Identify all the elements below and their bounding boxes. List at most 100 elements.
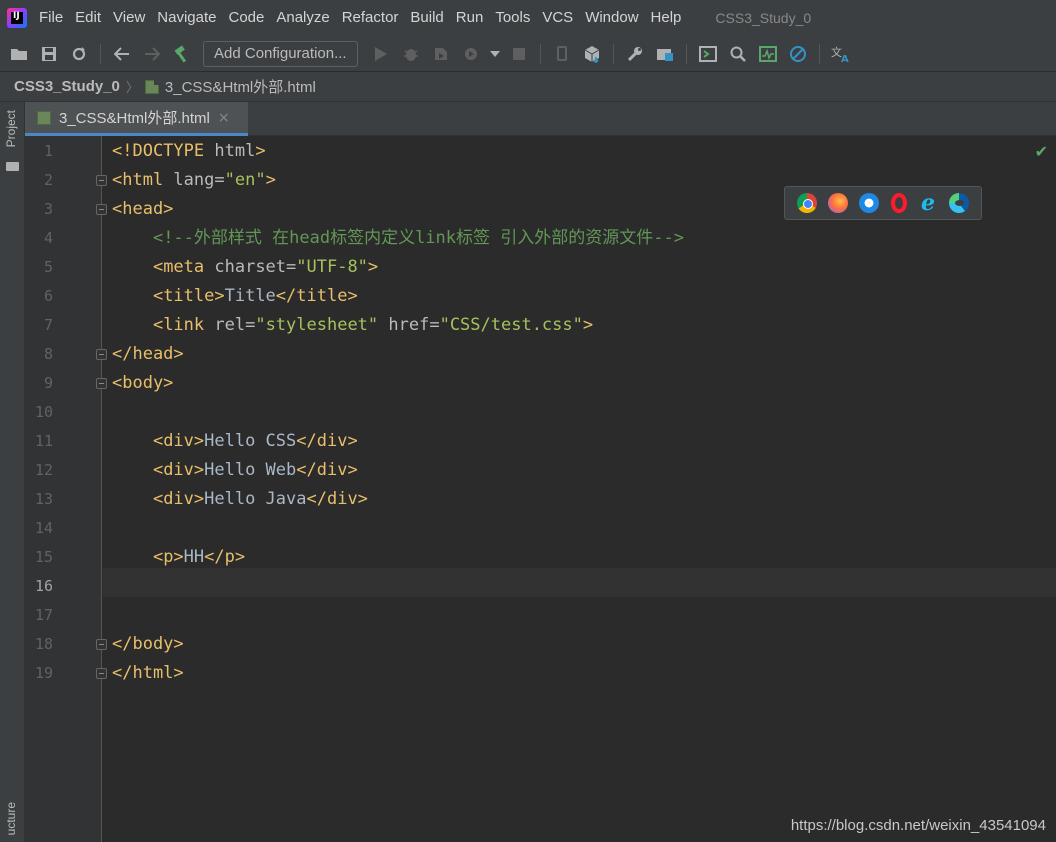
chevron-down-icon[interactable] [488,41,502,67]
svg-text:A: A [841,54,849,63]
menu-view[interactable]: View [107,0,151,36]
line-number: 16 [34,577,53,595]
line-number: 9 [43,374,53,392]
code-line[interactable]: <body> [112,369,173,398]
add-configuration-button[interactable]: Add Configuration... [203,40,358,67]
code-token: "UTF-8" [296,257,368,277]
menu-analyze[interactable]: Analyze [270,0,335,36]
code-line[interactable]: <div>Hello Web</div> [112,456,358,485]
fold-marker-icon[interactable] [96,204,107,215]
fold-marker-icon[interactable] [96,378,107,389]
activity-monitor-icon[interactable] [755,41,781,67]
code-token: <!DOCTYPE [112,141,215,161]
fold-marker-icon[interactable] [96,639,107,650]
code-line[interactable]: <meta charset="UTF-8"> [112,253,378,282]
code-line[interactable]: <link rel="stylesheet" href="CSS/test.cs… [112,311,593,340]
chrome-icon[interactable] [796,193,817,213]
current-line-highlight [103,568,1056,597]
code-token: > [255,141,266,161]
fold-marker-icon[interactable] [96,175,107,186]
tab-html-file[interactable]: 3_CSS&Html外部.html × [25,102,248,136]
watermark-url: https://blog.csdn.net/weixin_43541094 [790,817,1046,834]
code-line[interactable]: <head> [112,195,173,224]
window-title: CSS3_Study_0 [715,10,812,26]
code-line[interactable]: <div>Hello CSS</div> [112,427,358,456]
menu-window[interactable]: Window [579,0,644,36]
save-icon[interactable] [36,41,62,67]
translate-icon[interactable]: 文A [828,41,854,67]
forward-arrow-icon[interactable] [139,41,165,67]
open-folder-icon[interactable] [6,41,32,67]
line-number: 13 [34,490,53,508]
code-line[interactable]: </head> [112,340,184,369]
close-icon[interactable]: × [218,110,230,126]
code-token: > [367,257,379,277]
breadcrumb: CSS3_Study_0 〉 3_CSS&Html外部.html [0,72,1056,102]
code-token: Hello CSS [204,431,297,451]
deploy-box-icon[interactable] [579,41,605,67]
terminal-run-icon[interactable] [695,41,721,67]
project-panel-tab[interactable]: Project [4,110,18,147]
fold-marker-icon[interactable] [96,668,107,679]
breadcrumb-project[interactable]: CSS3_Study_0 [14,78,120,95]
line-number: 17 [34,606,53,624]
menu-navigate[interactable]: Navigate [151,0,222,36]
code-token: <p> [152,547,184,567]
code-line[interactable]: <!--外部样式 在head标签内定义link标签 引入外部的资源文件--> [112,224,684,253]
back-arrow-icon[interactable] [109,41,135,67]
code-line[interactable]: </body> [112,630,184,659]
toolbar-separator [685,43,687,64]
safari-icon[interactable] [859,193,880,213]
menu-vcs[interactable]: VCS [536,0,579,36]
menu-code[interactable]: Code [222,0,270,36]
menu-build[interactable]: Build [404,0,449,36]
attach-device-icon[interactable] [549,41,575,67]
ie-icon[interactable]: e [918,192,938,214]
code-token: <title> [152,286,225,306]
code-line[interactable]: <div>Hello Java</div> [112,485,368,514]
line-number: 18 [34,635,53,653]
code-token: </body> [112,634,184,654]
project-structure-icon[interactable] [652,41,678,67]
menu-run[interactable]: Run [450,0,490,36]
code-line[interactable]: <!DOCTYPE html> [112,137,266,166]
debug-bug-icon[interactable] [398,41,424,67]
intellij-logo-icon[interactable]: IJ [7,8,27,28]
code-line[interactable]: <title>Title</title> [112,282,358,311]
power-save-icon[interactable] [785,41,811,67]
profile-icon[interactable] [458,41,484,67]
toolbar-separator [100,43,101,64]
code-line[interactable]: </html> [112,659,184,688]
menu-edit[interactable]: Edit [69,0,107,36]
coverage-icon[interactable] [428,41,454,67]
run-icon[interactable] [368,41,394,67]
search-icon[interactable] [725,41,751,67]
main-toolbar: Add Configuration... 文A [0,36,1056,72]
line-number: 7 [43,316,53,334]
code-token: </div> [296,431,358,451]
structure-panel-tab[interactable]: ucture [4,802,18,835]
menu-file[interactable]: File [33,0,69,36]
code-line[interactable]: <html lang="en"> [112,166,276,195]
stop-icon[interactable] [506,41,532,67]
edge-icon[interactable] [949,193,970,213]
code-line[interactable]: <p>HH</p> [112,543,245,572]
build-hammer-icon[interactable] [169,41,195,67]
breadcrumb-file[interactable]: 3_CSS&Html外部.html [165,76,316,97]
sync-icon[interactable] [66,41,92,67]
code-editor[interactable]: 1 2 3 4 5 6 7 8 9 10 11 12 13 14 15 16 17 18 19 <!DOCTYPE … [25,136,1056,842]
menu-help[interactable]: Help [645,0,688,36]
menu-tools[interactable]: Tools [489,0,536,36]
settings-wrench-icon[interactable] [622,41,648,67]
fold-marker-icon[interactable] [96,349,107,360]
opera-icon[interactable] [890,193,907,213]
tab-label: 3_CSS&Html外部.html [59,110,210,127]
firefox-icon[interactable] [827,193,848,213]
code-token: <head> [112,199,174,219]
menu-refactor[interactable]: Refactor [336,0,405,36]
line-number: 8 [43,345,53,363]
